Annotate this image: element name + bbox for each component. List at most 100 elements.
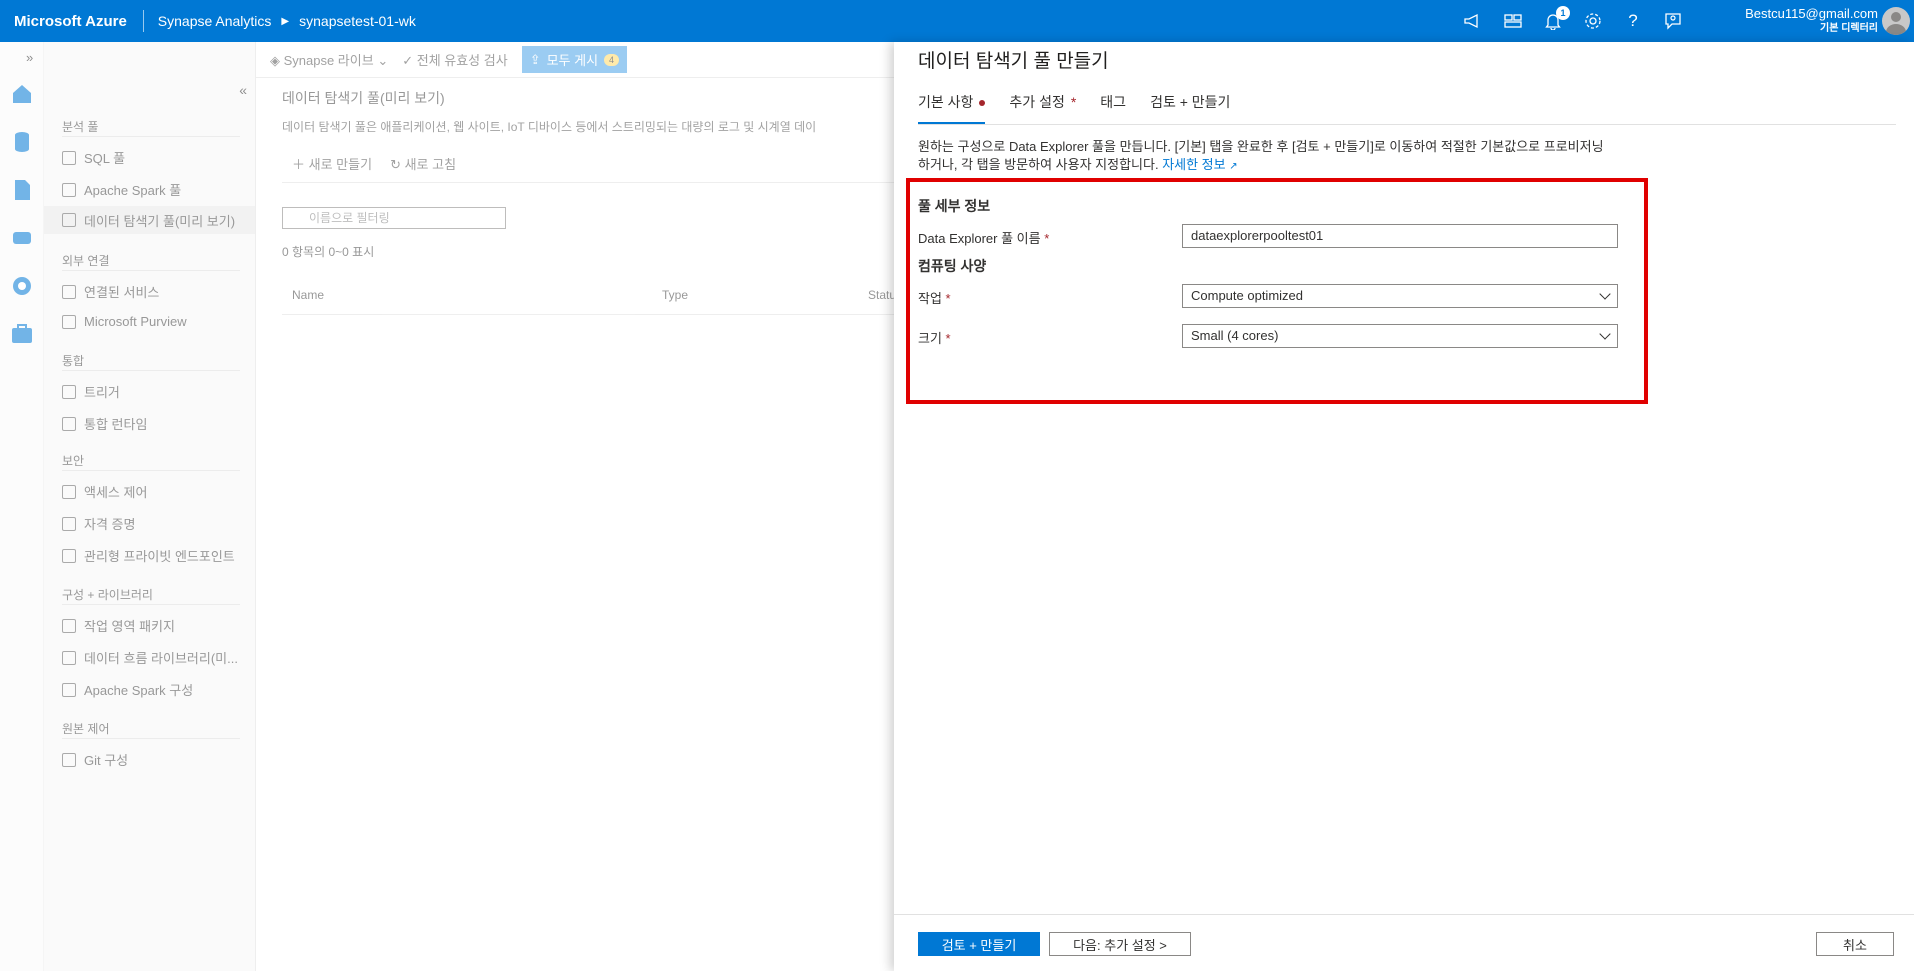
nav-section-header: 구성 + 라이브러리 bbox=[62, 588, 153, 602]
gear-icon[interactable] bbox=[1584, 12, 1602, 30]
breadcrumb-chevron-icon: ▶ bbox=[281, 15, 290, 27]
pool-name-label: Data Explorer 풀 이름 * bbox=[918, 228, 1049, 247]
synapse-live-button[interactable]: ◈ Synapse 라이브 ⌄ bbox=[270, 50, 388, 69]
required-mark: * bbox=[1070, 94, 1077, 110]
account-menu[interactable]: Bestcu115@gmail.com 기본 디렉터리 bbox=[1745, 6, 1878, 36]
nav-item-triggers[interactable]: 트리거 bbox=[62, 382, 120, 401]
data-explorer-pool-icon bbox=[62, 213, 76, 227]
home-icon[interactable] bbox=[10, 82, 34, 106]
nav-item-workspace-packages[interactable]: 작업 영역 패키지 bbox=[62, 616, 175, 635]
nav-item-integration-runtimes[interactable]: 통합 런타임 bbox=[62, 414, 147, 433]
spark-pool-icon bbox=[62, 182, 76, 197]
directory-switch-icon[interactable] bbox=[1504, 12, 1522, 30]
size-label-text: 크기 bbox=[918, 331, 942, 346]
folder-icon bbox=[62, 650, 76, 665]
feedback-megaphone-icon[interactable] bbox=[1464, 12, 1482, 30]
list-actions: ＋ 새로 만들기 ↻ 새로 고침 bbox=[292, 154, 456, 173]
config-icon bbox=[62, 682, 76, 697]
collapse-nav-icon[interactable]: « bbox=[239, 82, 247, 98]
data-icon[interactable] bbox=[10, 130, 34, 154]
tab-label: 검토 + 만들기 bbox=[1150, 94, 1231, 110]
nav-item-spark-config[interactable]: Apache Spark 구성 bbox=[62, 680, 193, 699]
learn-more-label: 자세한 정보 bbox=[1162, 157, 1226, 172]
next-additional-settings-button[interactable]: 다음: 추가 설정 > bbox=[1049, 932, 1191, 956]
divider bbox=[62, 738, 240, 739]
nav-item-label: 작업 영역 패키지 bbox=[84, 619, 175, 634]
tab-label: 기본 사항 bbox=[918, 94, 974, 110]
nav-item-sql-pools[interactable]: SQL 풀 bbox=[62, 148, 125, 167]
nav-item-label: 액세스 제어 bbox=[84, 485, 148, 500]
top-icons: 1 ? bbox=[1464, 0, 1682, 42]
publish-count-badge: 4 bbox=[604, 53, 620, 66]
account-email: Bestcu115@gmail.com bbox=[1745, 6, 1878, 21]
develop-icon[interactable] bbox=[10, 178, 34, 202]
linked-service-icon bbox=[62, 284, 76, 299]
nav-item-git-config[interactable]: Git 구성 bbox=[62, 750, 128, 769]
workload-label-text: 작업 bbox=[918, 291, 942, 306]
blade-title: 데이터 탐색기 풀 만들기 bbox=[918, 51, 1109, 72]
divider bbox=[282, 314, 894, 315]
nav-item-label: Microsoft Purview bbox=[84, 314, 187, 329]
pool-name-input[interactable]: dataexplorerpooltest01 bbox=[1182, 224, 1618, 248]
tab-review-create[interactable]: 검토 + 만들기 bbox=[1150, 92, 1230, 124]
nav-item-purview[interactable]: Microsoft Purview bbox=[62, 314, 187, 329]
notification-badge: 1 bbox=[1556, 6, 1570, 20]
workload-select[interactable]: Compute optimized bbox=[1182, 284, 1618, 308]
publish-all-button[interactable]: ⇪ 모두 게시 4 bbox=[521, 46, 628, 73]
feedback-person-icon[interactable] bbox=[1664, 12, 1682, 30]
intro-body: 원하는 구성으로 Data Explorer 풀을 만듭니다. [기본] 탭을 … bbox=[918, 139, 1604, 172]
expand-rail-icon[interactable]: » bbox=[26, 50, 33, 65]
tab-tags[interactable]: 태그 bbox=[1100, 92, 1126, 124]
nav-item-label: 트리거 bbox=[84, 385, 120, 400]
refresh-label: 새로 고침 bbox=[404, 157, 457, 172]
column-header-status[interactable]: Statu bbox=[868, 288, 896, 302]
divider bbox=[62, 370, 240, 371]
new-button[interactable]: ＋ 새로 만들기 bbox=[292, 154, 372, 173]
nav-item-access-control[interactable]: 액세스 제어 bbox=[62, 482, 147, 501]
filter-input[interactable]: 이름으로 필터링 bbox=[282, 207, 506, 229]
tab-label: 태그 bbox=[1100, 94, 1127, 110]
bell-icon[interactable]: 1 bbox=[1544, 6, 1570, 30]
size-select[interactable]: Small (4 cores) bbox=[1182, 324, 1618, 348]
integrate-icon[interactable] bbox=[10, 226, 34, 250]
monitor-icon[interactable] bbox=[10, 274, 34, 298]
cancel-button[interactable]: 취소 bbox=[1816, 932, 1894, 956]
nav-section-header: 분석 풀 bbox=[62, 120, 99, 134]
nav-item-label: Apache Spark 구성 bbox=[84, 683, 194, 698]
refresh-button[interactable]: ↻ 새로 고침 bbox=[390, 154, 456, 173]
nav-item-data-explorer-pools[interactable]: 데이터 탐색기 풀(미리 보기) bbox=[44, 206, 255, 234]
tab-additional-settings[interactable]: 추가 설정 * bbox=[1009, 92, 1076, 124]
review-create-button[interactable]: 검토 + 만들기 bbox=[918, 932, 1040, 956]
tab-basics[interactable]: 기본 사항 bbox=[918, 92, 986, 124]
hub-rail: » bbox=[0, 42, 44, 971]
manage-icon[interactable] bbox=[10, 322, 34, 346]
nav-section-header: 보안 bbox=[62, 454, 85, 468]
section-compute-spec: 컴퓨팅 사양 bbox=[918, 258, 987, 274]
nav-item-dataflow-libraries[interactable]: 데이터 흐름 라이브러리(미... bbox=[62, 648, 238, 667]
nav-item-label: 데이터 흐름 라이브러리(미... bbox=[84, 651, 238, 666]
breadcrumb-workspace[interactable]: synapsetest-01-wk bbox=[299, 13, 416, 29]
runtime-icon bbox=[62, 416, 76, 431]
breadcrumb-synapse-analytics[interactable]: Synapse Analytics bbox=[144, 13, 272, 29]
validate-all-button[interactable]: ✓ 전체 유효성 검사 bbox=[402, 50, 507, 69]
column-header-name[interactable]: Name bbox=[292, 288, 324, 302]
divider bbox=[62, 470, 240, 471]
azure-brand-link[interactable]: Microsoft Azure bbox=[0, 13, 143, 30]
nav-item-credentials[interactable]: 자격 증명 bbox=[62, 514, 135, 533]
avatar[interactable] bbox=[1882, 7, 1910, 35]
nav-section-header: 외부 연결 bbox=[62, 254, 110, 268]
nav-item-private-endpoints[interactable]: 관리형 프라이빗 엔드포인트 bbox=[62, 546, 235, 565]
help-icon[interactable]: ? bbox=[1624, 11, 1642, 30]
nav-item-linked-services[interactable]: 연결된 서비스 bbox=[62, 282, 159, 301]
divider bbox=[62, 270, 240, 271]
nav-item-label: Git 구성 bbox=[84, 753, 129, 768]
nav-item-spark-pools[interactable]: Apache Spark 풀 bbox=[62, 180, 181, 199]
nav-item-label: 관리형 프라이빗 엔드포인트 bbox=[84, 549, 235, 564]
divider bbox=[282, 182, 894, 183]
access-control-icon bbox=[62, 484, 76, 499]
account-directory: 기본 디렉터리 bbox=[1820, 23, 1878, 34]
nav-item-label: 데이터 탐색기 풀(미리 보기) bbox=[84, 213, 236, 229]
main-content: ◈ Synapse 라이브 ⌄ ✓ 전체 유효성 검사 ⇪ 모두 게시 4 데이… bbox=[256, 42, 896, 971]
column-header-type[interactable]: Type bbox=[662, 288, 688, 302]
learn-more-link[interactable]: 자세한 정보 ↗ bbox=[1162, 157, 1237, 172]
